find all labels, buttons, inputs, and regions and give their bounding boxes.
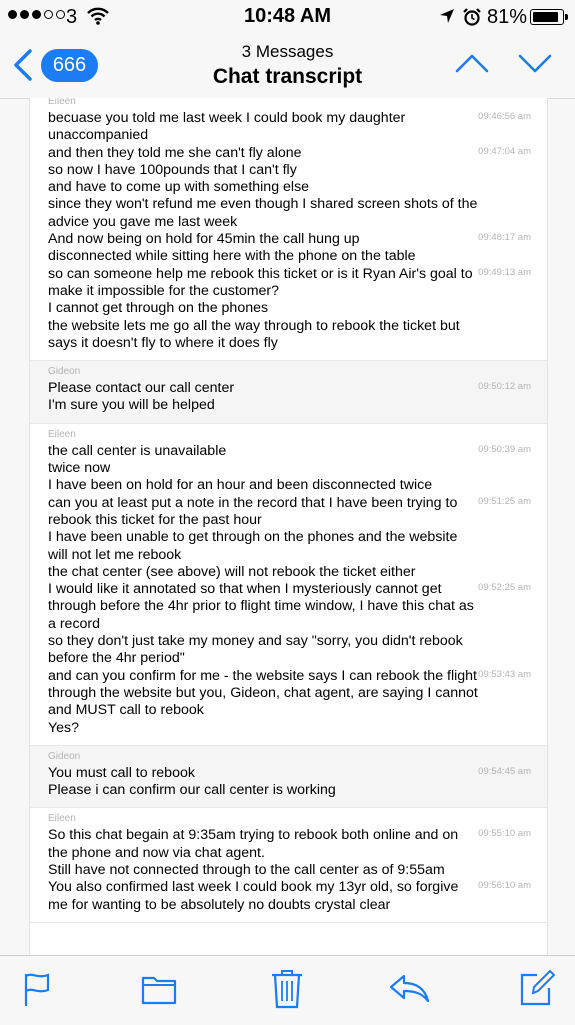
sender-name: Eileen bbox=[48, 428, 76, 440]
message-text: so now I have 100pounds that I can't fly bbox=[48, 161, 297, 178]
agent-message-block: Gideon Please contact our call center 09:5… bbox=[30, 361, 547, 424]
message-text: I would like it annotated so that when I… bbox=[48, 581, 474, 632]
message-line: can you at least put a note in the recor… bbox=[30, 495, 547, 530]
message-text: Still have not connected through to the … bbox=[48, 861, 445, 878]
message-text: and can you confirm for me - the website… bbox=[48, 667, 478, 719]
flag-icon[interactable] bbox=[22, 972, 52, 1013]
message-line: and then they told me she can't fly alon… bbox=[30, 145, 547, 162]
message-text: So this chat begain at 9:35am trying to … bbox=[48, 827, 459, 861]
customer-message-block: Eileen So this chat begain at 9:35am tryi… bbox=[30, 808, 547, 923]
message-timestamp: 09:50:12 am bbox=[478, 381, 531, 393]
message-text: the chat center (see above) will not reb… bbox=[48, 563, 416, 580]
message-line: Please contact our call center 09:50:12 a… bbox=[30, 380, 547, 397]
previous-message-chevron-up-icon[interactable] bbox=[454, 52, 490, 79]
message-text: You also confirmed last week I could boo… bbox=[48, 879, 459, 913]
sender-name: Eileen bbox=[48, 813, 76, 825]
battery-icon bbox=[530, 9, 568, 25]
message-line: Please i can confirm our call center is … bbox=[30, 782, 547, 799]
message-line: I have been on hold for an hour and been… bbox=[30, 477, 547, 494]
message-text: Please i can confirm our call center is … bbox=[48, 782, 336, 799]
customer-message-block: Eileen becuase you told me last week I co… bbox=[30, 98, 547, 362]
message-text: And now being on hold for 45min the call… bbox=[48, 231, 360, 248]
message-timestamp: 09:52:25 am bbox=[478, 582, 531, 594]
message-text: since they won't refund me even though I… bbox=[48, 196, 478, 230]
chat-transcript[interactable]: Eileen becuase you told me last week I co… bbox=[29, 98, 548, 955]
message-line: since they won't refund me even though I… bbox=[30, 196, 547, 231]
message-timestamp: 09:51:25 am bbox=[478, 495, 531, 507]
message-text: Yes? bbox=[48, 719, 80, 736]
status-bar: 3 10:48 AM 81% bbox=[0, 0, 575, 34]
message-line: Still have not connected through to the … bbox=[30, 862, 547, 879]
message-line: So this chat begain at 9:35am trying to … bbox=[30, 827, 547, 862]
battery-percentage: 81% bbox=[487, 6, 528, 28]
message-line: becuase you told me last week I could bo… bbox=[30, 110, 547, 145]
navigation-bar: 666 3 Messages Chat transcript bbox=[0, 34, 575, 99]
message-text: I have been unable to get through on the… bbox=[48, 529, 458, 563]
message-line: I have been unable to get through on the… bbox=[30, 529, 547, 564]
message-line: You also confirmed last week I could boo… bbox=[30, 879, 547, 914]
message-line: the website lets me go all the way throu… bbox=[30, 318, 547, 353]
message-text: Please contact our call center bbox=[48, 380, 235, 397]
message-timestamp: 09:53:43 am bbox=[478, 668, 531, 680]
message-text: can you at least put a note in the recor… bbox=[48, 494, 458, 528]
message-line: the chat center (see above) will not reb… bbox=[30, 564, 547, 581]
message-line: and can you confirm for me - the website… bbox=[30, 668, 547, 720]
message-line: And now being on hold for 45min the call… bbox=[30, 231, 547, 248]
message-line: twice now bbox=[30, 460, 547, 477]
message-timestamp: 09:47:04 am bbox=[478, 145, 531, 157]
next-message-chevron-down-icon[interactable] bbox=[517, 52, 553, 79]
sender-name: Eileen bbox=[48, 98, 76, 107]
message-timestamp: 09:49:13 am bbox=[478, 266, 531, 278]
message-text: I have been on hold for an hour and been… bbox=[48, 477, 433, 494]
message-text: and then they told me she can't fly alon… bbox=[48, 144, 302, 161]
message-text: twice now bbox=[48, 460, 111, 477]
message-line: and have to come up with something else bbox=[30, 179, 547, 196]
message-timestamp: 09:54:45 am bbox=[478, 765, 531, 777]
message-text: I'm sure you will be helped bbox=[48, 397, 215, 414]
message-text: disconnected while sitting here with the… bbox=[48, 248, 416, 265]
message-timestamp: 09:46:56 am bbox=[478, 111, 531, 122]
compose-icon[interactable] bbox=[519, 969, 556, 1012]
sender-name: Gideon bbox=[48, 750, 81, 762]
message-text: the website lets me go all the way throu… bbox=[48, 317, 460, 351]
alarm-clock-icon bbox=[462, 7, 482, 32]
folder-icon[interactable] bbox=[141, 972, 177, 1011]
message-timestamp: 09:55:10 am bbox=[478, 828, 531, 840]
message-timestamp: 09:56:10 am bbox=[478, 880, 531, 892]
trash-icon[interactable] bbox=[270, 968, 304, 1015]
message-line: the call center is unavailable 09:50:39 a… bbox=[30, 443, 547, 460]
customer-message-block: Eileen the call center is unavailable 09:5… bbox=[30, 424, 547, 746]
message-line: disconnected while sitting here with the… bbox=[30, 248, 547, 265]
message-text: You must call to rebook bbox=[48, 764, 195, 781]
message-text: so they don't just take my money and say… bbox=[48, 633, 463, 667]
bottom-toolbar bbox=[0, 955, 575, 1025]
location-arrow-icon bbox=[439, 8, 455, 29]
message-text: and have to come up with something else bbox=[48, 179, 310, 196]
message-line: You must call to rebook 09:54:45 am bbox=[30, 765, 547, 782]
message-line: I would like it annotated so that when I… bbox=[30, 581, 547, 633]
message-line: so they don't just take my money and say… bbox=[30, 633, 547, 668]
message-line: so now I have 100pounds that I can't fly bbox=[30, 162, 547, 179]
reply-icon[interactable] bbox=[388, 972, 430, 1009]
message-timestamp: 09:48:17 am bbox=[478, 232, 531, 244]
message-line: Yes? bbox=[30, 720, 547, 737]
message-line: I cannot get through on the phones bbox=[30, 300, 547, 317]
sender-name: Gideon bbox=[48, 366, 81, 378]
message-text: becuase you told me last week I could bo… bbox=[48, 110, 406, 144]
message-text: the call center is unavailable bbox=[48, 442, 227, 459]
message-timestamp: 09:50:39 am bbox=[478, 443, 531, 455]
agent-message-block: Gideon You must call to rebook 09:54:45 am… bbox=[30, 745, 547, 809]
message-line: I'm sure you will be helped bbox=[30, 397, 547, 414]
message-text: I cannot get through on the phones bbox=[48, 300, 269, 317]
message-line: so can someone help me rebook this ticke… bbox=[30, 266, 547, 301]
message-text: so can someone help me rebook this ticke… bbox=[48, 265, 473, 299]
